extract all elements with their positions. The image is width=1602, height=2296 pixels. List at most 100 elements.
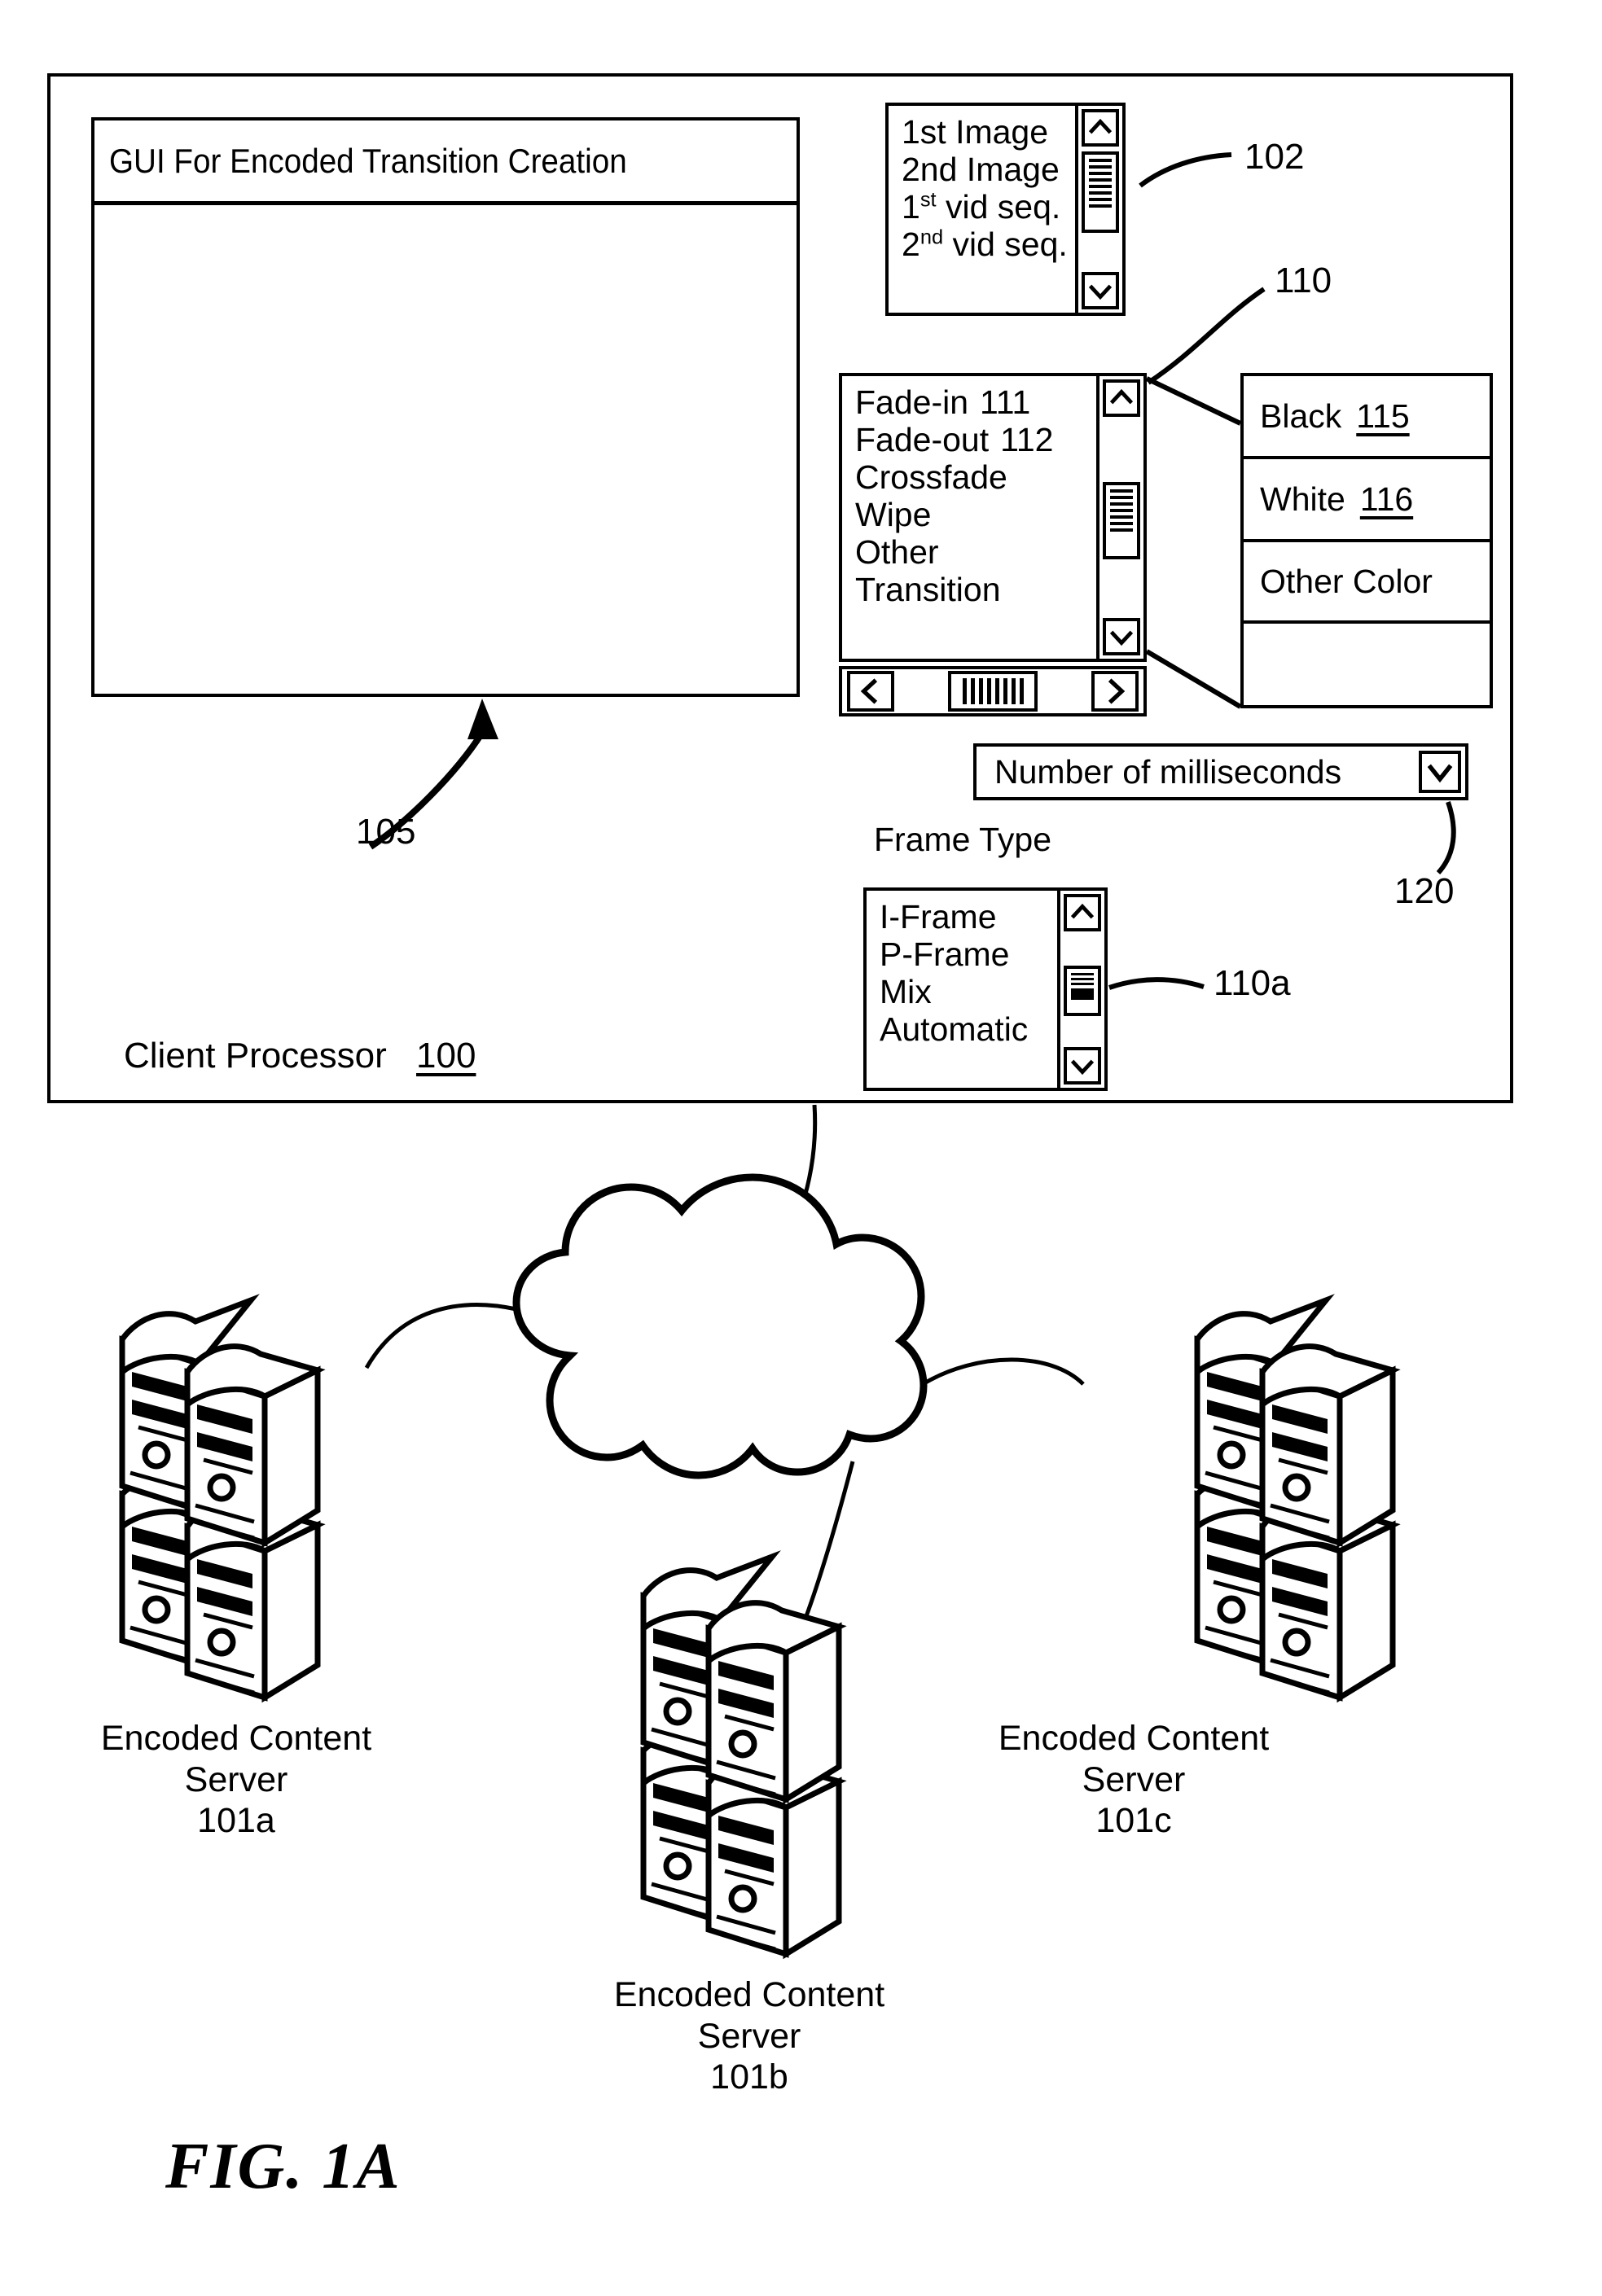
- gui-title-label: GUI For Encoded Transition Creation: [109, 141, 627, 180]
- list-item[interactable]: 1st Image: [902, 113, 1075, 151]
- list-item-label: Fade-in: [855, 383, 969, 421]
- transition-list-horizontal-scrollbar[interactable]: [839, 666, 1147, 716]
- server-icon-101a: [119, 1294, 326, 1703]
- scrollbar-thumb[interactable]: [1064, 966, 1101, 1016]
- server-label-line1: Encoded Content: [998, 1719, 1270, 1758]
- server-icon-101c: [1194, 1294, 1401, 1703]
- color-option-other[interactable]: Other Color: [1244, 542, 1490, 624]
- list-item-ref: 111: [980, 383, 1031, 421]
- list-item-tail: vid seq.: [943, 225, 1068, 263]
- duration-dropdown[interactable]: Number of milliseconds: [973, 743, 1468, 800]
- list-item-label: P-Frame: [880, 935, 1010, 973]
- list-item-label: 2: [902, 225, 920, 263]
- scroll-right-icon[interactable]: [1091, 671, 1139, 712]
- list-item[interactable]: Fade-out 112: [855, 420, 1096, 459]
- server-label-line1: Encoded Content: [613, 1975, 885, 2014]
- figure-caption: FIG. 1A: [165, 2131, 402, 2202]
- color-option-label: Other Color: [1260, 562, 1433, 600]
- network-cloud-label: Network: [741, 1384, 873, 1424]
- list-item[interactable]: 2nd Image: [902, 151, 1075, 189]
- list-item-ordinal-suffix: st: [920, 188, 937, 212]
- source-content-items: 1st Image 2nd Image 1st vid seq. 2nd vid…: [889, 106, 1075, 313]
- ref-num-110: 110: [1275, 261, 1332, 300]
- list-item-tail: vid seq.: [936, 187, 1061, 226]
- thumb-grip-icon: [1071, 973, 1094, 988]
- list-item-label: Fade-out: [855, 420, 990, 458]
- list-item[interactable]: Fade-in 111: [855, 383, 1096, 422]
- list-item-label: Other: [855, 532, 939, 571]
- list-item-label: Wipe: [855, 495, 932, 533]
- list-item[interactable]: I-Frame: [880, 898, 1057, 936]
- list-item-ordinal-suffix: nd: [920, 226, 944, 249]
- server-label-ref: 101c: [1095, 1801, 1172, 1841]
- transition-items: Fade-in 111 Fade-out 112 Crossfade Wipe Ot…: [842, 376, 1096, 659]
- ref-num-120: 120: [1394, 871, 1455, 911]
- color-option-label: White: [1260, 480, 1345, 518]
- list-item[interactable]: Other: [855, 532, 1096, 572]
- color-option-label: Black: [1260, 397, 1342, 435]
- scrollbar-thumb[interactable]: [948, 671, 1038, 712]
- gui-preview-canvas[interactable]: [94, 205, 797, 694]
- list-item-label: Transition: [855, 570, 1001, 608]
- chevron-down-icon[interactable]: [1419, 751, 1461, 793]
- thumb-grip-icon: [1089, 159, 1112, 226]
- thumb-grip-icon: [1110, 489, 1133, 552]
- color-option-ref: 116: [1359, 480, 1414, 518]
- color-option-black[interactable]: Black 115: [1244, 376, 1490, 459]
- scroll-down-icon[interactable]: [1064, 1047, 1101, 1084]
- source-content-listbox[interactable]: 1st Image 2nd Image 1st vid seq. 2nd vid…: [885, 103, 1126, 316]
- source-list-scrollbar[interactable]: [1075, 106, 1122, 313]
- list-item-label: Mix: [880, 972, 932, 1010]
- list-item[interactable]: Mix: [880, 972, 1057, 1011]
- scroll-down-icon[interactable]: [1082, 272, 1119, 309]
- transition-type-listbox[interactable]: Fade-in 111 Fade-out 112 Crossfade Wipe Ot…: [839, 373, 1147, 662]
- client-processor-caption-label: Client Processor: [124, 1036, 387, 1076]
- frame-type-items: I-Frame P-Frame Mix Automatic: [867, 891, 1057, 1088]
- color-option-white[interactable]: White 116: [1244, 459, 1490, 542]
- scroll-up-icon[interactable]: [1064, 894, 1101, 931]
- list-item[interactable]: Wipe: [855, 495, 1096, 534]
- list-item-ref: 112: [1000, 420, 1054, 458]
- frame-type-heading: Frame Type: [874, 821, 1051, 858]
- list-item-label: 1: [902, 187, 920, 226]
- list-item[interactable]: P-Frame: [880, 935, 1057, 974]
- client-processor-caption: Client Processor 100: [124, 1036, 476, 1076]
- thumb-grip-block: [1071, 988, 1094, 1000]
- server-label-101a: Encoded Content Server 101a: [57, 1718, 415, 1842]
- scrollbar-thumb[interactable]: [1082, 151, 1119, 233]
- scrollbar-thumb[interactable]: [1103, 482, 1140, 559]
- frame-type-scrollbar[interactable]: [1057, 891, 1104, 1088]
- client-processor-ref: 100: [416, 1036, 476, 1076]
- list-item[interactable]: 1st vid seq.: [902, 187, 1075, 226]
- scroll-up-icon[interactable]: [1103, 379, 1140, 417]
- transition-color-panel[interactable]: Black 115 White 116 Other Color: [1240, 373, 1493, 708]
- gui-preview-window: GUI For Encoded Transition Creation: [91, 117, 800, 697]
- list-item[interactable]: Automatic: [880, 1010, 1057, 1049]
- frame-type-listbox[interactable]: I-Frame P-Frame Mix Automatic: [863, 887, 1108, 1091]
- server-label-line2: Server: [697, 2016, 801, 2056]
- server-icon-101b: [640, 1550, 847, 1960]
- server-label-ref: 101b: [710, 2057, 788, 2097]
- list-item-label: I-Frame: [880, 898, 997, 935]
- transition-list-scrollbar[interactable]: [1096, 376, 1143, 659]
- duration-dropdown-label: Number of milliseconds: [994, 752, 1342, 791]
- server-label-ref: 101a: [197, 1801, 275, 1841]
- scroll-down-icon[interactable]: [1103, 618, 1140, 655]
- list-item[interactable]: 2nd vid seq.: [902, 226, 1075, 264]
- list-item[interactable]: Crossfade: [855, 458, 1096, 497]
- gui-title-bar: GUI For Encoded Transition Creation: [94, 120, 797, 205]
- scroll-up-icon[interactable]: [1082, 109, 1119, 147]
- ref-num-102: 102: [1244, 137, 1305, 177]
- server-label-line2: Server: [184, 1759, 288, 1799]
- list-item-label: Automatic: [880, 1010, 1029, 1048]
- color-option-empty[interactable]: [1244, 624, 1490, 705]
- scroll-left-icon[interactable]: [847, 671, 894, 712]
- server-label-101b: Encoded Content Server 101b: [570, 1974, 928, 2098]
- ref-num-105: 105: [356, 812, 416, 852]
- server-label-line1: Encoded Content: [100, 1719, 372, 1758]
- list-item-label: 2nd Image: [902, 150, 1060, 188]
- list-item[interactable]: Transition: [855, 570, 1096, 609]
- ref-num-110a: 110a: [1214, 963, 1291, 1003]
- server-label-line2: Server: [1082, 1759, 1186, 1799]
- list-item-label: 1st Image: [902, 113, 1049, 151]
